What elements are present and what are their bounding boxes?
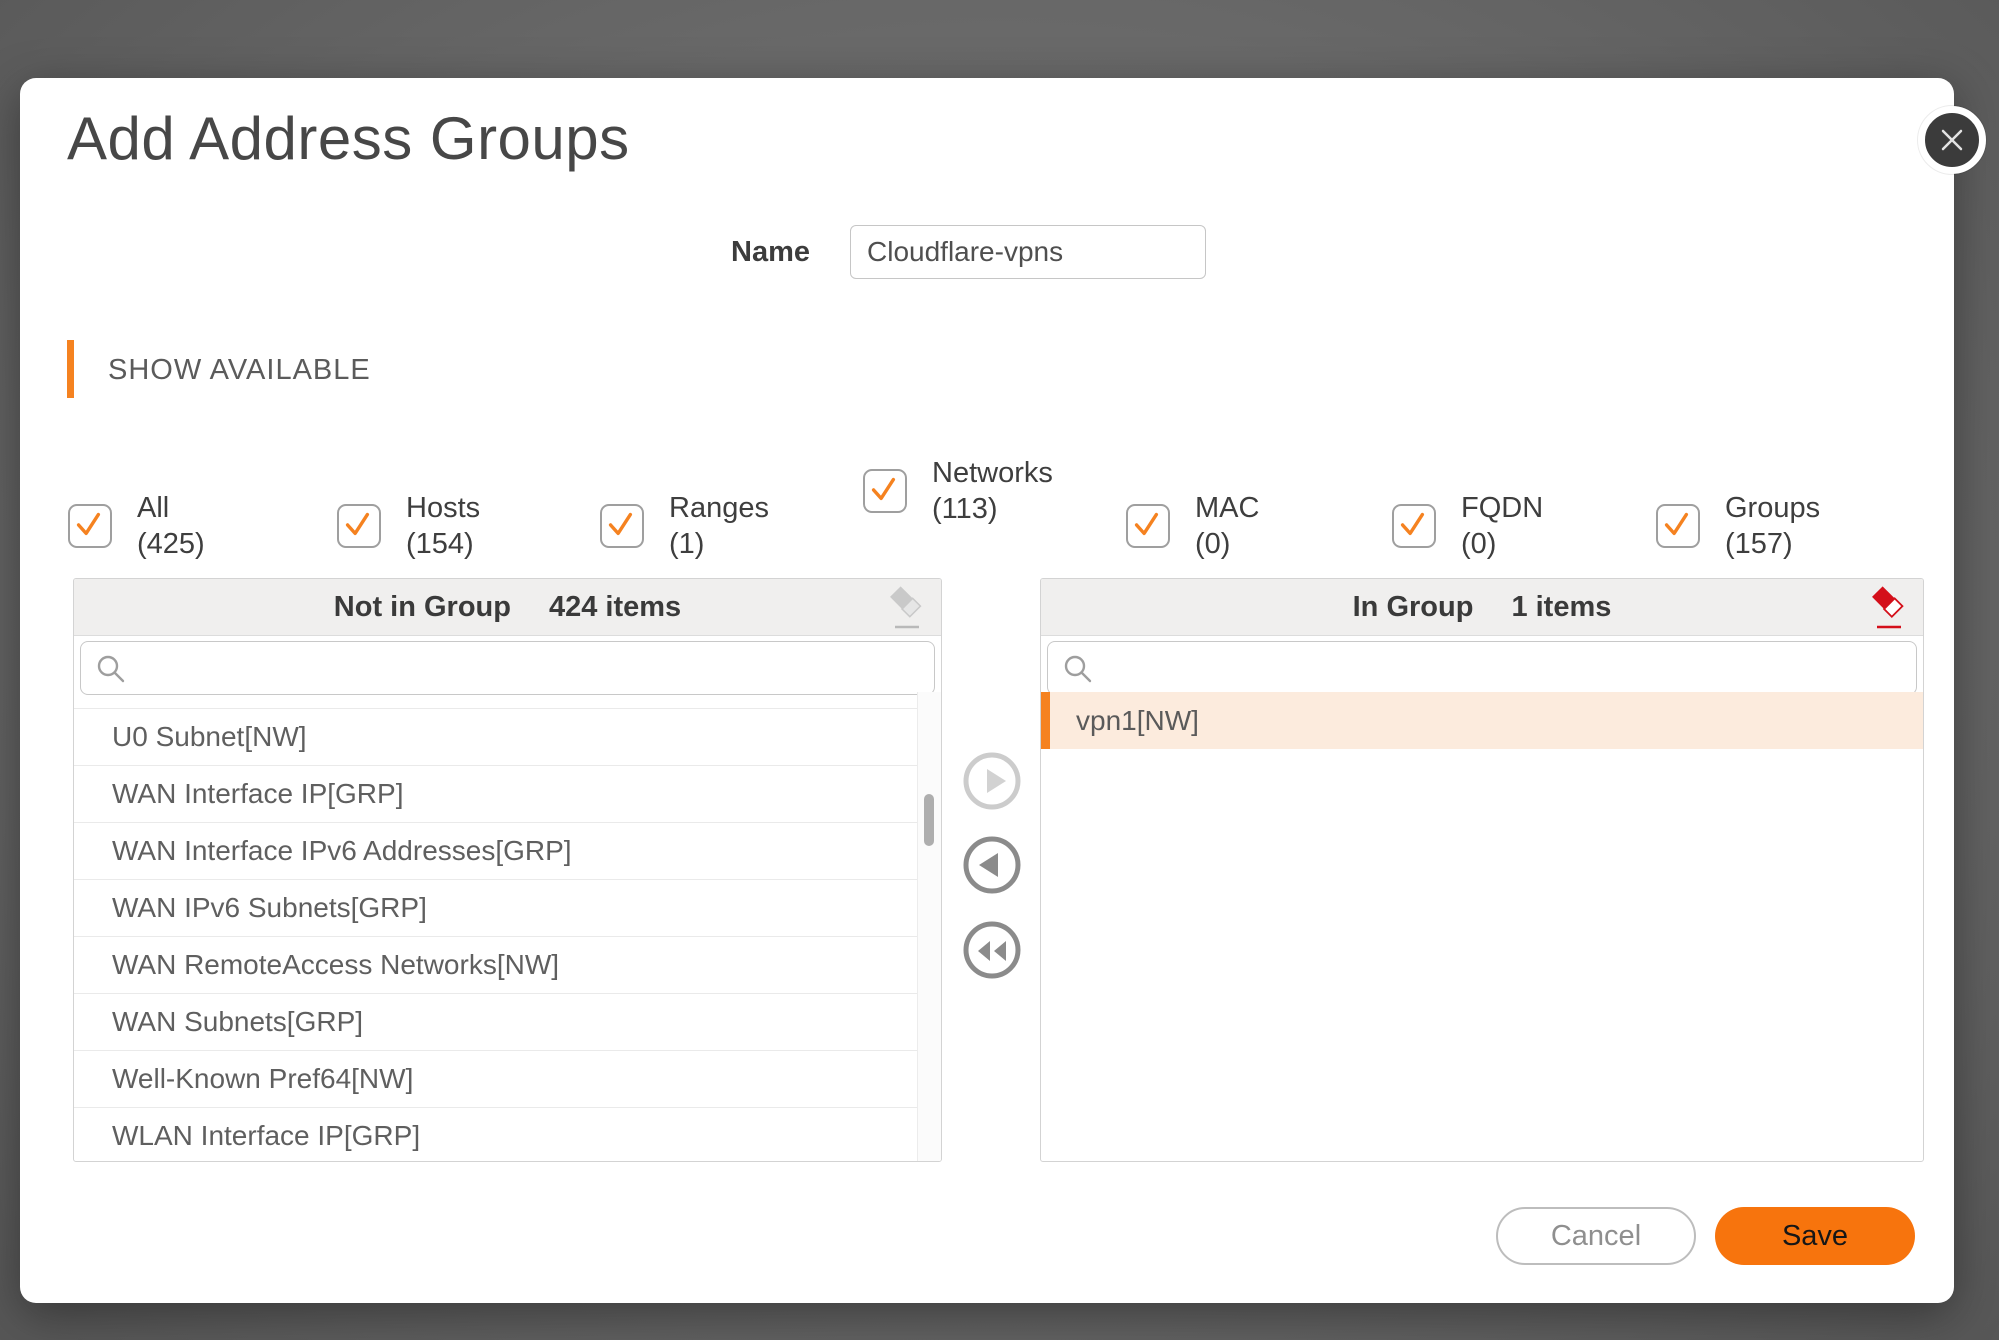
- list-item[interactable]: Well-Known Pref64[NW]: [74, 1051, 918, 1108]
- checkbox-checked-icon: [337, 504, 381, 548]
- filter-checkbox[interactable]: Networks (113): [863, 455, 1053, 527]
- filter-label: MAC (0): [1195, 490, 1259, 562]
- close-icon: [1937, 125, 1967, 155]
- arrow-right-icon: [961, 750, 1023, 812]
- panel-count: 1 items: [1511, 591, 1611, 624]
- filter-checkbox[interactable]: All (425): [68, 490, 205, 562]
- in-group-panel: In Group 1 items: [1040, 578, 1924, 1162]
- name-input[interactable]: [850, 225, 1206, 279]
- checkbox-checked-icon: [1656, 504, 1700, 548]
- in-group-list: vpn1[NW]: [1041, 692, 1923, 1161]
- move-all-left-button[interactable]: [961, 919, 1023, 981]
- list-item[interactable]: WAN Interface IPv6 Addresses[GRP]: [74, 823, 918, 880]
- partial-scrolled-row: [74, 692, 918, 709]
- checkbox-checked-icon: [863, 469, 907, 513]
- clear-in-group-button[interactable]: [1867, 584, 1911, 634]
- panel-count: 424 items: [549, 591, 681, 624]
- clear-selection-button-disabled[interactable]: [885, 584, 929, 634]
- list-scrollbar[interactable]: [917, 692, 941, 1161]
- dialog-title: Add Address Groups: [67, 106, 630, 172]
- filter-label: Ranges (1): [669, 490, 769, 562]
- list-item-selected[interactable]: vpn1[NW]: [1041, 692, 1923, 749]
- add-address-groups-dialog: Add Address Groups Name SHOW AVAILABLE: [20, 78, 1954, 1303]
- checkbox-checked-icon: [1126, 504, 1170, 548]
- in-group-search-input[interactable]: [1100, 644, 1902, 690]
- eraser-red-icon: [1869, 584, 1909, 632]
- search-icon: [95, 653, 127, 685]
- filter-label: Hosts (154): [406, 490, 480, 562]
- list-item[interactable]: U0 Subnet[NW]: [74, 709, 918, 766]
- panel-title: Not in Group: [334, 591, 511, 624]
- in-group-header: In Group 1 items: [1041, 579, 1923, 636]
- close-button[interactable]: [1918, 106, 1986, 174]
- save-button[interactable]: Save: [1715, 1207, 1915, 1265]
- filter-label: Groups (157): [1725, 490, 1820, 562]
- filter-label: FQDN (0): [1461, 490, 1543, 562]
- list-item[interactable]: WAN Interface IP[GRP]: [74, 766, 918, 823]
- name-label: Name: [640, 236, 810, 269]
- filter-label: All (425): [137, 490, 205, 562]
- filter-checkbox[interactable]: Hosts (154): [337, 490, 480, 562]
- section-accent-bar: [67, 340, 74, 398]
- eraser-icon: [887, 584, 927, 632]
- not-in-group-list: U0 Subnet[NW]WAN Interface IP[GRP]WAN In…: [74, 692, 918, 1161]
- move-left-button[interactable]: [961, 834, 1023, 896]
- list-item[interactable]: WLAN Interface IP[GRP]: [74, 1108, 918, 1161]
- filter-checkbox[interactable]: MAC (0): [1126, 490, 1259, 562]
- section-title: SHOW AVAILABLE: [108, 354, 371, 387]
- arrow-left-icon: [961, 834, 1023, 896]
- name-field-row: Name: [640, 225, 1206, 279]
- search-icon: [1062, 653, 1094, 685]
- list-item[interactable]: WAN IPv6 Subnets[GRP]: [74, 880, 918, 937]
- filter-checkbox[interactable]: Groups (157): [1656, 490, 1820, 562]
- list-item[interactable]: WAN RemoteAccess Networks[NW]: [74, 937, 918, 994]
- filter-checkbox[interactable]: FQDN (0): [1392, 490, 1543, 562]
- not-in-group-header: Not in Group 424 items: [74, 579, 941, 636]
- not-in-group-search-input[interactable]: [133, 644, 920, 690]
- list-item[interactable]: WAN Subnets[GRP]: [74, 994, 918, 1051]
- move-right-button[interactable]: [961, 750, 1023, 812]
- screen-overlay: Add Address Groups Name SHOW AVAILABLE: [0, 0, 1999, 1340]
- in-group-searchbox: [1047, 641, 1917, 695]
- filter-label: Networks (113): [932, 455, 1053, 527]
- panel-title: In Group: [1353, 591, 1474, 624]
- checkbox-checked-icon: [600, 504, 644, 548]
- not-in-group-panel: Not in Group 424 items: [73, 578, 942, 1162]
- cancel-button[interactable]: Cancel: [1496, 1207, 1696, 1265]
- double-arrow-left-icon: [961, 919, 1023, 981]
- checkbox-checked-icon: [1392, 504, 1436, 548]
- not-in-group-searchbox: [80, 641, 935, 695]
- filter-checkbox[interactable]: Ranges (1): [600, 490, 769, 562]
- scrollbar-thumb[interactable]: [924, 794, 934, 846]
- checkbox-checked-icon: [68, 504, 112, 548]
